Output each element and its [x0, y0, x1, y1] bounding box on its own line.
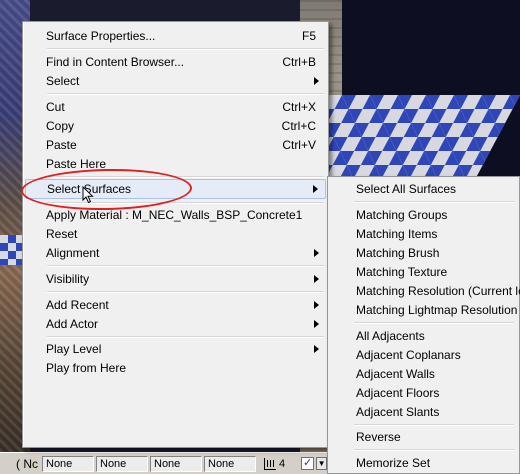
- menu-item-label: Cut: [46, 99, 65, 114]
- menu-separator: [47, 48, 324, 50]
- select-surfaces-submenu: Select All Surfaces Matching Groups Matc…: [327, 176, 520, 474]
- menu-item-shortcut: F5: [301, 28, 316, 43]
- menu-item-label: Play from Here: [46, 360, 127, 375]
- menu-item-label: Reset: [46, 226, 78, 241]
- status-prefix-text: ( Nc: [16, 456, 38, 471]
- menu-item-find-in-content-browser[interactable]: Find in Content Browser... Ctrl+B: [25, 52, 326, 71]
- menu-item-label: Paste: [46, 137, 77, 152]
- menu-item-label: Copy: [46, 118, 75, 133]
- submenu-arrow-icon: [314, 76, 320, 85]
- submenu-item-matching-resolution[interactable]: Matching Resolution (Current level): [330, 281, 520, 300]
- status-field-2[interactable]: None: [96, 455, 148, 472]
- submenu-arrow-icon: [314, 274, 320, 283]
- menu-item-label: Add Recent: [46, 297, 109, 312]
- submenu-arrow-icon: [314, 300, 320, 309]
- menu-item-paste[interactable]: Paste Ctrl+V: [25, 135, 326, 154]
- menu-item-play-from-here[interactable]: Play from Here: [25, 358, 326, 377]
- grid-size-control[interactable]: 4: [264, 457, 286, 470]
- menu-separator: [354, 201, 514, 203]
- submenu-item-select-all-surfaces[interactable]: Select All Surfaces: [330, 179, 516, 198]
- menu-item-reset[interactable]: Reset: [25, 224, 326, 243]
- menu-item-alignment[interactable]: Alignment: [25, 243, 326, 262]
- menu-item-select[interactable]: Select: [25, 71, 326, 90]
- submenu-arrow-icon: [314, 248, 320, 257]
- menu-item-paste-here[interactable]: Paste Here: [25, 154, 326, 173]
- menu-item-label: Visibility: [46, 271, 90, 286]
- submenu-item-reverse[interactable]: Reverse: [330, 427, 516, 446]
- submenu-item-all-adjacents[interactable]: All Adjacents: [330, 326, 516, 345]
- grid-size-value: 4: [279, 457, 286, 470]
- grid-icon: [264, 457, 276, 470]
- menu-item-label: Paste Here: [46, 156, 107, 171]
- menu-item-label: Select: [46, 73, 80, 88]
- menu-separator: [354, 424, 514, 426]
- context-menu: Surface Properties... F5 Find in Content…: [22, 21, 329, 448]
- menu-item-shortcut: Ctrl+V: [282, 137, 316, 152]
- submenu-item-matching-lightmap-resolution[interactable]: Matching Lightmap Resolution: [330, 300, 517, 319]
- submenu-item-matching-texture[interactable]: Matching Texture: [330, 262, 516, 281]
- submenu-arrow-icon: [313, 185, 319, 193]
- menu-item-shortcut: Ctrl+B: [282, 54, 316, 69]
- status-field-3[interactable]: None: [150, 455, 202, 472]
- submenu-item-matching-groups[interactable]: Matching Groups: [330, 205, 516, 224]
- submenu-item-adjacent-coplanars[interactable]: Adjacent Coplanars: [330, 345, 516, 364]
- menu-item-add-recent[interactable]: Add Recent: [25, 295, 326, 314]
- menu-item-label: Find in Content Browser...: [46, 54, 185, 69]
- menu-item-label: Alignment: [46, 245, 100, 260]
- submenu-item-matching-brush[interactable]: Matching Brush: [330, 243, 516, 262]
- submenu-item-adjacent-walls[interactable]: Adjacent Walls: [330, 364, 516, 383]
- mouse-pointer-icon: [82, 186, 94, 204]
- snap-checkbox[interactable]: ✓: [301, 457, 315, 470]
- menu-separator: [354, 449, 514, 451]
- status-field-1[interactable]: None: [42, 455, 94, 472]
- menu-item-shortcut: Ctrl+C: [281, 118, 316, 133]
- menu-item-add-actor[interactable]: Add Actor: [25, 314, 326, 333]
- menu-separator: [354, 322, 514, 324]
- snap-dropdown-button[interactable]: ▼: [316, 457, 328, 470]
- submenu-item-matching-items[interactable]: Matching Items: [330, 224, 516, 243]
- menu-item-visibility[interactable]: Visibility: [25, 269, 326, 288]
- submenu-item-adjacent-slants[interactable]: Adjacent Slants: [330, 402, 516, 421]
- submenu-item-memorize-set[interactable]: Memorize Set: [330, 453, 516, 472]
- submenu-arrow-icon: [314, 344, 320, 353]
- menu-item-play-level[interactable]: Play Level: [25, 339, 326, 358]
- submenu-arrow-icon: [314, 319, 320, 328]
- menu-separator: [47, 336, 324, 338]
- submenu-item-adjacent-floors[interactable]: Adjacent Floors: [330, 383, 516, 402]
- menu-item-shortcut: Ctrl+X: [282, 99, 316, 114]
- menu-separator: [47, 93, 324, 95]
- status-field-4[interactable]: None: [204, 455, 256, 472]
- menu-item-surface-properties[interactable]: Surface Properties... F5: [25, 26, 326, 45]
- menu-item-label: Play Level: [46, 341, 102, 356]
- menu-separator: [47, 265, 324, 267]
- menu-item-label: Surface Properties...: [46, 28, 156, 43]
- menu-item-cut[interactable]: Cut Ctrl+X: [25, 97, 326, 116]
- menu-item-copy[interactable]: Copy Ctrl+C: [25, 116, 326, 135]
- menu-separator: [47, 291, 324, 293]
- menu-item-label: Add Actor: [46, 316, 99, 331]
